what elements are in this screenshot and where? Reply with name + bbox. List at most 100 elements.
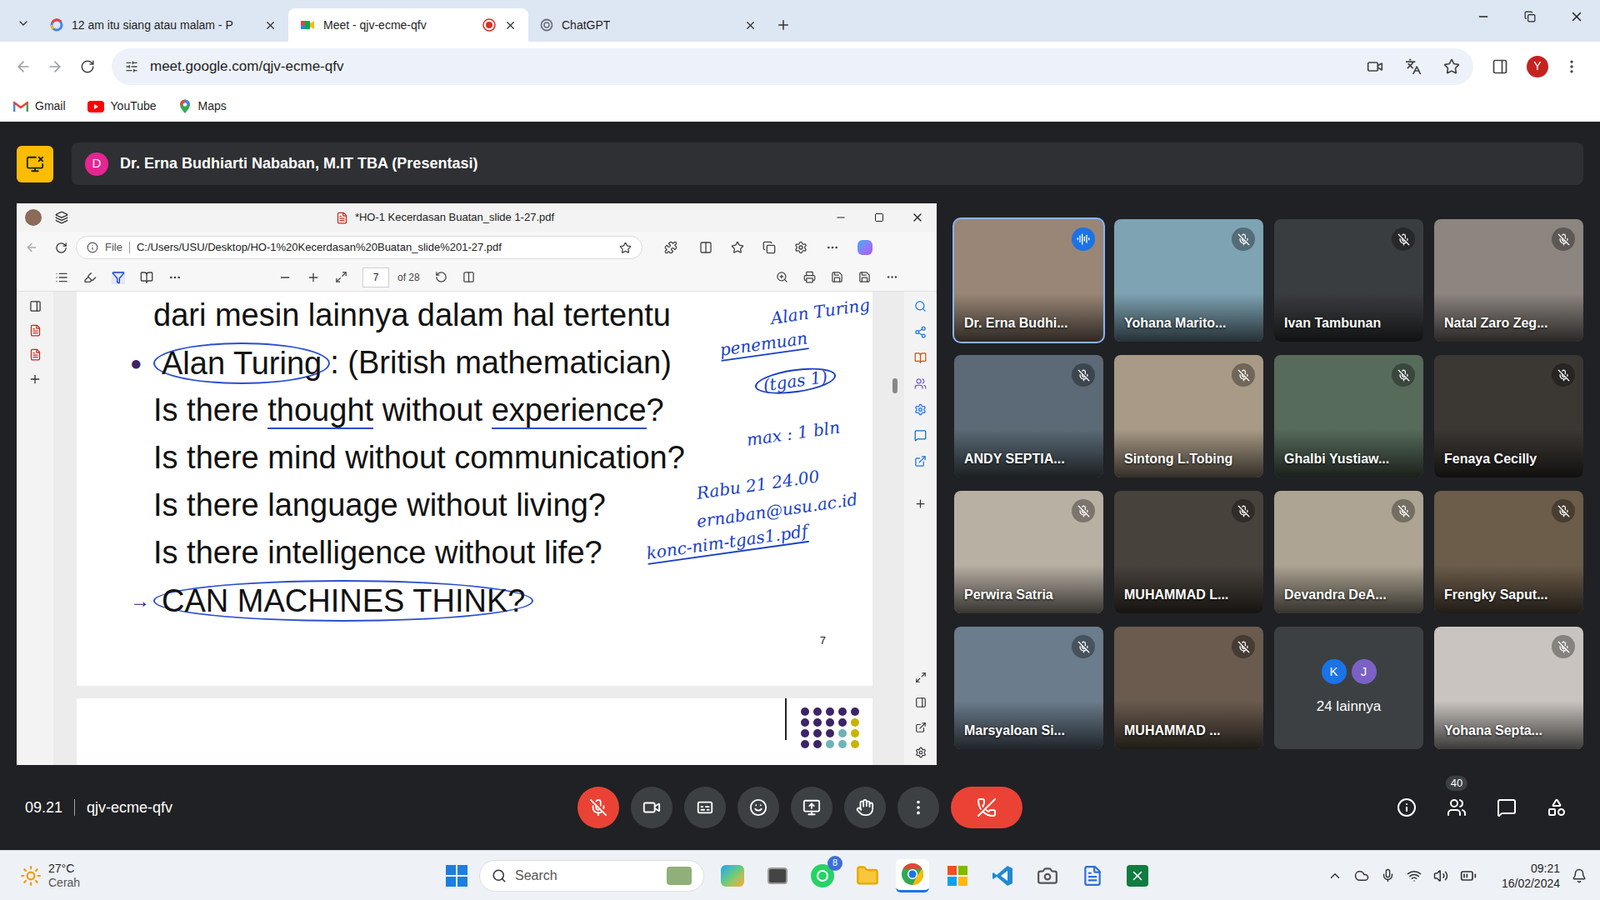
captions-button[interactable]: [684, 786, 726, 829]
favorites-icon[interactable]: [730, 240, 745, 255]
restore-button[interactable]: [1506, 0, 1554, 34]
draw-icon[interactable]: [111, 270, 125, 285]
back-icon[interactable]: [15, 58, 32, 75]
site-info-icon[interactable]: [125, 60, 139, 74]
clock[interactable]: 09:2116/02/2024: [1501, 860, 1560, 891]
add-icon[interactable]: [914, 497, 927, 510]
participant-tile[interactable]: Ghalbi Yustiaw...: [1274, 355, 1424, 478]
close-tab-icon[interactable]: [504, 19, 517, 32]
close-button[interactable]: [1553, 0, 1600, 34]
send-icon[interactable]: [914, 455, 927, 468]
people-icon[interactable]: [914, 377, 927, 390]
copilot-app-icon[interactable]: [715, 859, 750, 893]
rotate-icon[interactable]: [435, 270, 448, 284]
more-tools-icon[interactable]: [168, 270, 182, 285]
close-tab-icon[interactable]: [744, 19, 757, 32]
reload-icon[interactable]: [80, 59, 95, 75]
stop-presenting-button[interactable]: [16, 145, 54, 183]
raise-hand-button[interactable]: [844, 786, 886, 829]
fit-icon[interactable]: [335, 270, 348, 284]
notepad-app[interactable]: [1075, 859, 1110, 893]
back-icon[interactable]: [25, 240, 39, 255]
reload-icon[interactable]: [55, 241, 68, 255]
copilot-icon[interactable]: [857, 240, 873, 255]
collections-icon[interactable]: [762, 240, 776, 255]
save-icon[interactable]: [830, 270, 844, 284]
scrollbar[interactable]: [872, 291, 905, 765]
new-tab-button[interactable]: [768, 8, 799, 42]
reactions-button[interactable]: [737, 786, 780, 829]
people-button[interactable]: 40: [1436, 787, 1477, 828]
browser-tab[interactable]: ChatGPT: [528, 8, 769, 42]
share-icon[interactable]: [914, 325, 927, 339]
more-icon[interactable]: [885, 270, 899, 284]
leave-call-button[interactable]: [950, 786, 1023, 829]
weather-widget[interactable]: 27°CCerah: [0, 861, 446, 890]
print-icon[interactable]: [803, 270, 816, 284]
save-as-icon[interactable]: [858, 270, 871, 284]
mic-button[interactable]: [577, 786, 620, 829]
read-icon[interactable]: [914, 351, 927, 365]
taskbar-search[interactable]: Search: [479, 860, 705, 892]
page-field[interactable]: 7: [362, 267, 390, 288]
minimize-button[interactable]: [1460, 0, 1507, 34]
participant-tile[interactable]: Perwira Satria: [954, 490, 1104, 614]
vscode-app[interactable]: [985, 859, 1020, 893]
participant-tile[interactable]: Dr. Erna Budhi...: [954, 219, 1104, 342]
maximize-button[interactable]: [860, 203, 899, 232]
fullscreen-icon[interactable]: [915, 671, 927, 684]
participant-tile[interactable]: Ivan Tambunan: [1274, 219, 1424, 342]
participant-tile[interactable]: Frengky Saput...: [1434, 490, 1584, 614]
highlight-icon[interactable]: [83, 270, 97, 285]
close-tab-icon[interactable]: [264, 19, 277, 32]
battery-icon[interactable]: [1460, 867, 1477, 885]
browser-tab[interactable]: 12 am itu siang atau malam - P: [38, 8, 289, 42]
wifi-icon[interactable]: [1406, 868, 1422, 884]
pdf-tab-active-icon[interactable]: [29, 348, 42, 361]
participant-tile[interactable]: Sintong L.Tobing: [1114, 355, 1264, 478]
bookmark[interactable]: YouTube: [87, 97, 157, 115]
tab-search-button[interactable]: [8, 6, 39, 40]
minimize-button[interactable]: [821, 203, 860, 232]
participant-tile[interactable]: Fenaya Cecilly: [1434, 355, 1584, 478]
participant-tile[interactable]: Natal Zaro Zeg...: [1434, 219, 1584, 342]
bookmark[interactable]: Gmail: [13, 97, 66, 115]
menu-icon[interactable]: [1563, 58, 1580, 75]
bookmark-star-icon[interactable]: [1443, 58, 1460, 75]
new-tab-icon[interactable]: [28, 372, 42, 386]
camera-app[interactable]: [1030, 859, 1065, 893]
contents-icon[interactable]: [55, 270, 69, 285]
more-options-button[interactable]: [897, 786, 940, 829]
panel-icon[interactable]: [915, 696, 927, 709]
close-button[interactable]: [898, 203, 937, 232]
settings-icon[interactable]: [914, 403, 927, 416]
search-icon[interactable]: [914, 300, 927, 313]
participant-tile[interactable]: ANDY SEPTIA...: [954, 355, 1104, 478]
notifications-icon[interactable]: [1571, 868, 1587, 884]
forward-icon[interactable]: [46, 58, 64, 75]
edge-profile-icon[interactable]: [25, 209, 42, 226]
more-icon[interactable]: [825, 240, 840, 255]
favorite-icon[interactable]: [619, 241, 632, 255]
participant-tile[interactable]: Devandra DeA...: [1274, 490, 1424, 614]
whatsapp-app[interactable]: 8: [805, 859, 840, 893]
store-app[interactable]: [940, 859, 975, 893]
tabs-icon[interactable]: [55, 210, 69, 225]
outlook-icon[interactable]: [914, 429, 927, 442]
sidebar-icon[interactable]: [29, 300, 42, 313]
participant-tile[interactable]: Marsyaloan Si...: [954, 626, 1104, 750]
excel-app[interactable]: [1120, 859, 1155, 893]
file-explorer-app[interactable]: [850, 859, 885, 893]
omnibox[interactable]: meet.google.com/qjv-ecme-qfv: [111, 48, 1474, 85]
microphone-icon[interactable]: [1380, 868, 1395, 883]
volume-icon[interactable]: [1433, 868, 1449, 884]
bookmark[interactable]: Maps: [178, 97, 227, 115]
pdf-tab-icon[interactable]: [29, 324, 42, 337]
chrome-app[interactable]: [895, 859, 930, 893]
zoom-in-icon[interactable]: [306, 270, 320, 285]
browser-essentials-icon[interactable]: [794, 240, 808, 255]
profile-avatar[interactable]: Y: [1526, 55, 1549, 78]
open-icon[interactable]: [915, 721, 927, 734]
task-view-icon[interactable]: [760, 859, 795, 893]
info-button[interactable]: [1386, 787, 1427, 828]
